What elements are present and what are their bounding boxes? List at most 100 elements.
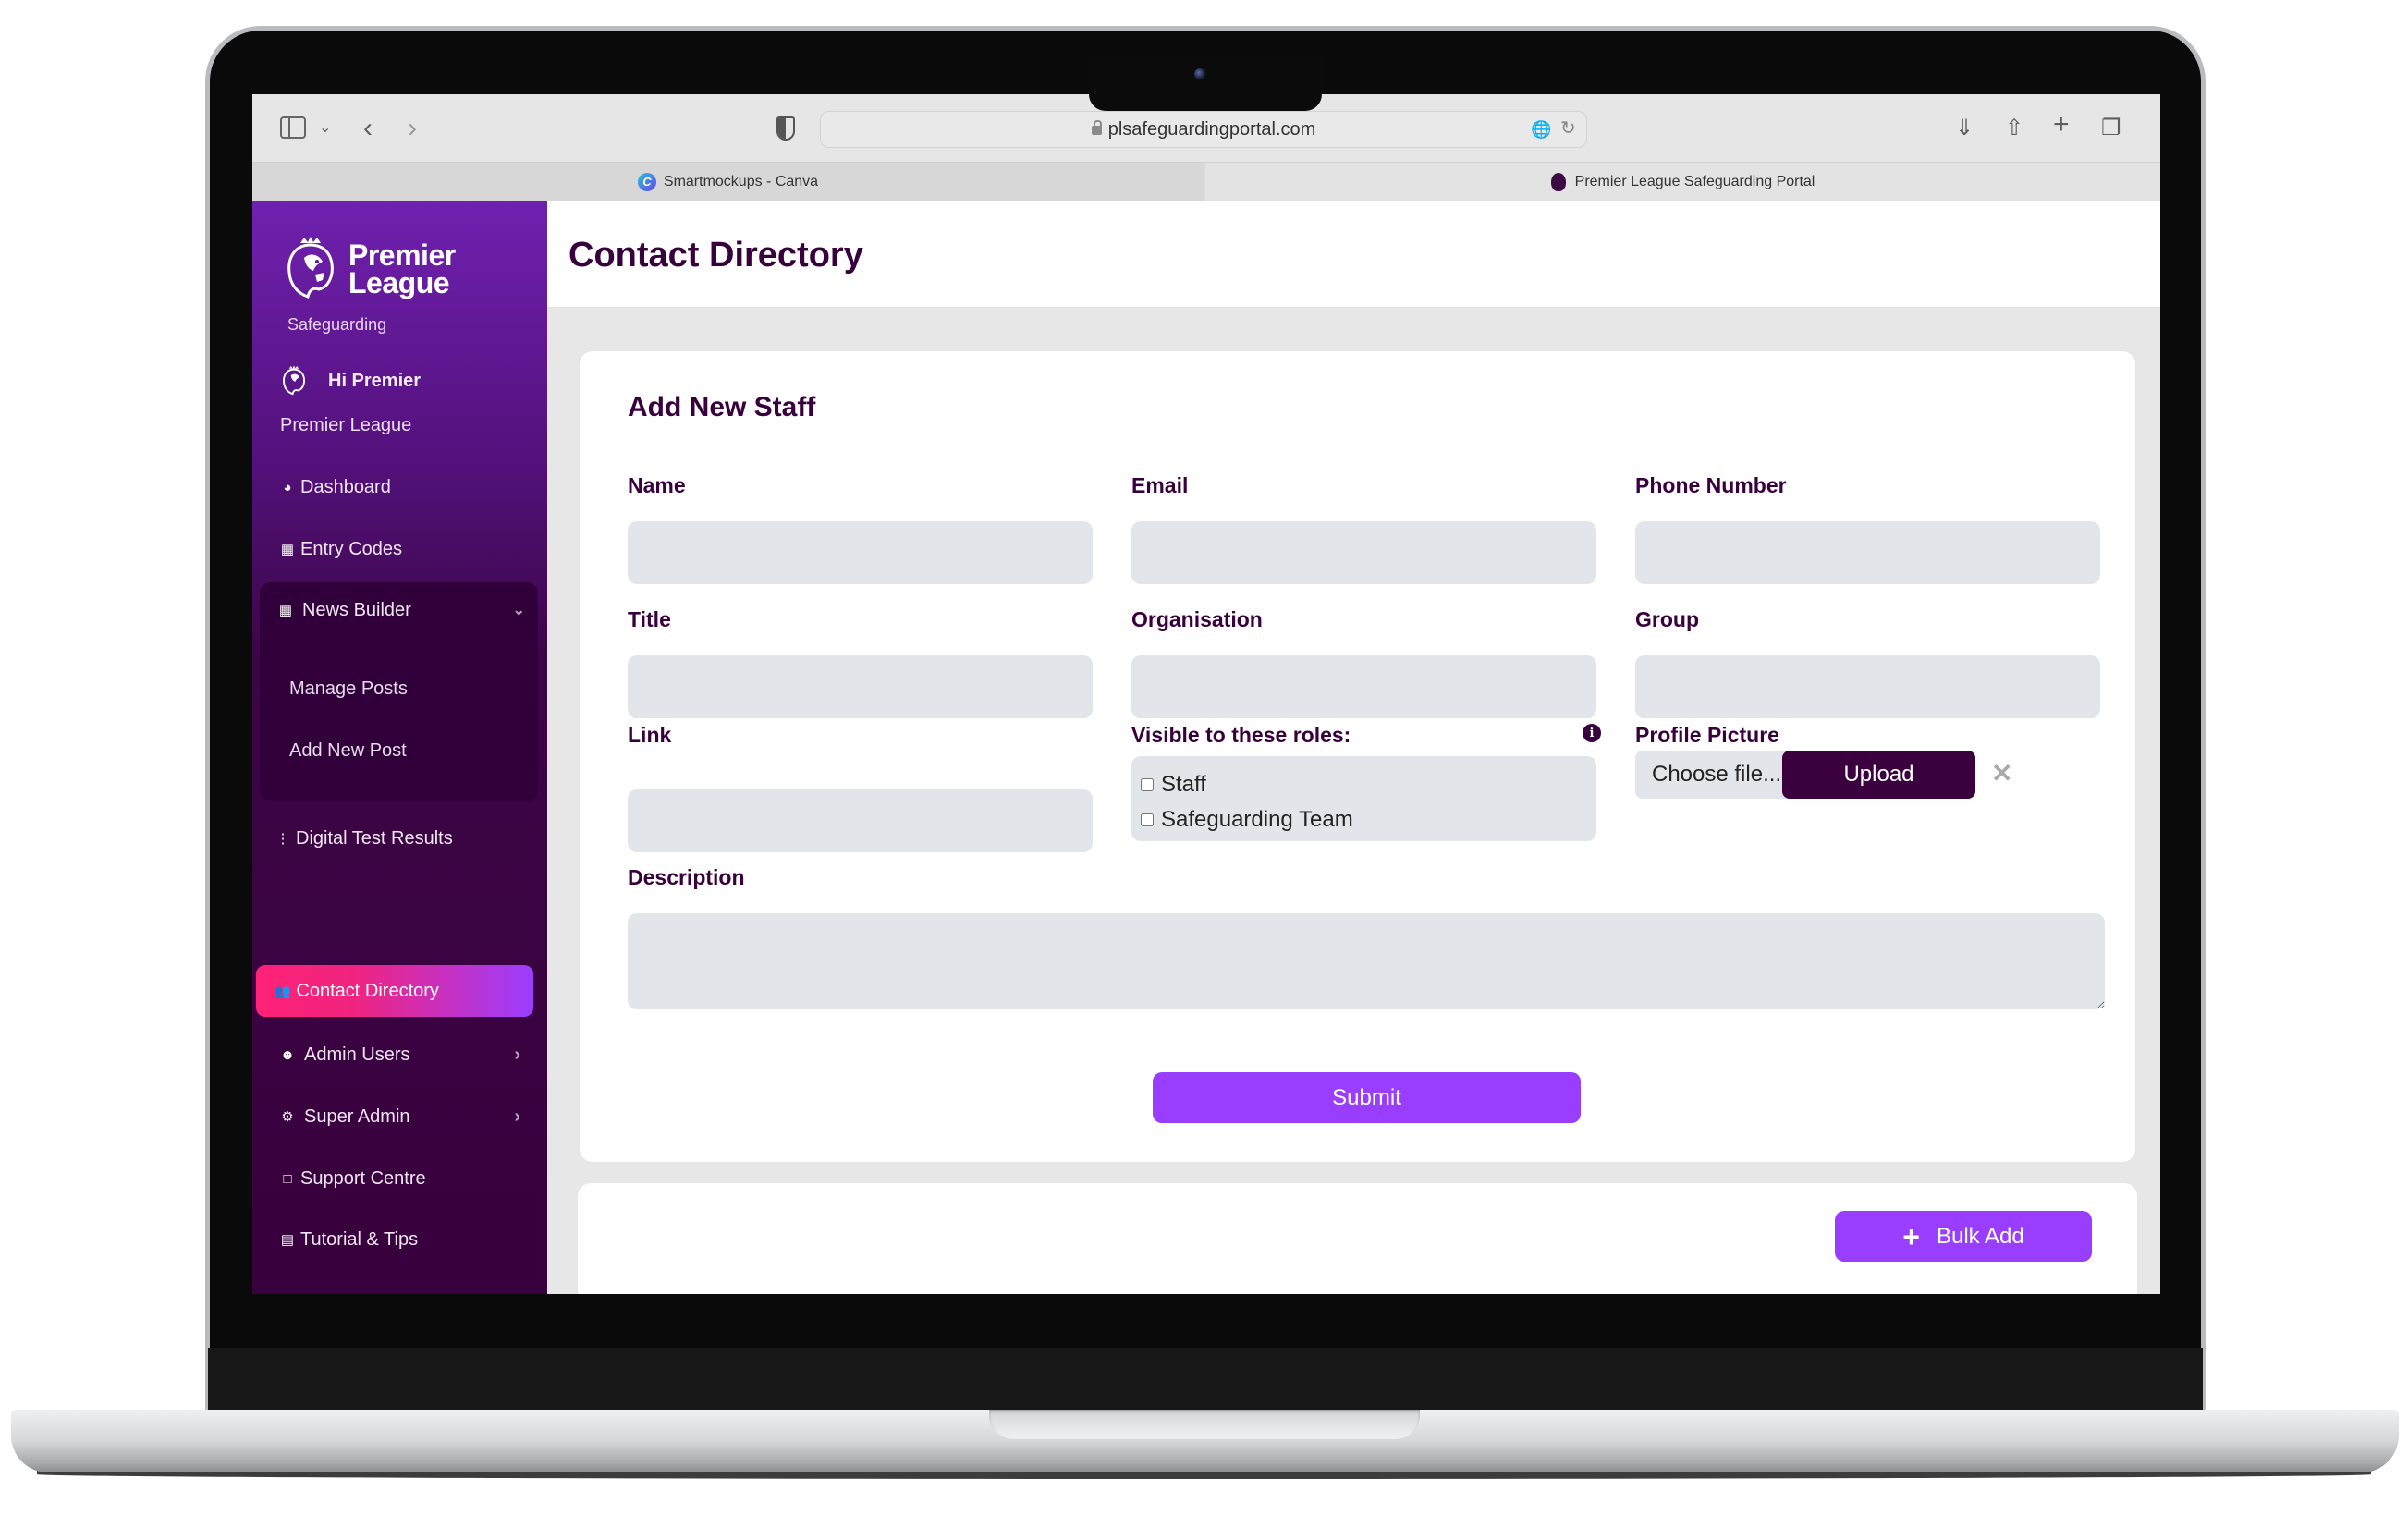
sidebar-item-label: Contact Directory (296, 980, 439, 1001)
sidebar-subitem-label: Add New Post (289, 739, 407, 761)
form-title: Add New Staff (628, 392, 816, 422)
organisation-label: Organisation (1131, 607, 1263, 631)
sidebar-item-news-builder[interactable]: ▦ News Builder ⌄ (278, 592, 532, 629)
gear-icon: ⚙ (281, 1109, 294, 1125)
profile-picture-file-input[interactable]: Choose file... Upload (1635, 751, 1975, 799)
sidebar-item-label: Dashboard (300, 476, 391, 497)
address-bar[interactable]: plsafeguardingportal.com 🌐 ↻ (820, 111, 1587, 148)
sidebar-item-entry-codes[interactable]: ▦ Entry Codes (280, 531, 520, 568)
close-icon[interactable]: ✕ (1991, 758, 2012, 788)
email-input[interactable] (1131, 521, 1596, 584)
bulk-add-card: + Bulk Add (578, 1183, 2137, 1294)
group-input[interactable] (1635, 655, 2100, 718)
file-input-text: Choose file... (1652, 762, 1782, 787)
sidebar-item-admin-users[interactable]: ☻ Admin Users › (280, 1036, 520, 1073)
tabs-overview-icon[interactable]: ❐ (2101, 115, 2121, 142)
laptop-bezel-chin (208, 1348, 2203, 1411)
description-label: Description (628, 865, 745, 889)
sidebar-subitem-label: Manage Posts (289, 678, 408, 699)
sidebar-item-log-out[interactable]: ⇨ Log Out (280, 1283, 520, 1295)
phone-input[interactable] (1635, 521, 2100, 584)
user-greeting: Hi Premier (280, 365, 421, 397)
group-label: Group (1635, 607, 1699, 631)
description-textarea[interactable] (628, 913, 2105, 1009)
tab-label: Premier League Safeguarding Portal (1574, 173, 1815, 189)
link-label: Link (628, 723, 672, 747)
sidebar-item-dashboard[interactable]: ◕ Dashboard (280, 469, 520, 506)
chevron-right-icon: › (514, 1044, 520, 1065)
sidebar-item-label: Digital Test Results (296, 827, 453, 849)
title-input[interactable] (628, 655, 1093, 718)
reload-icon[interactable]: ↻ (1560, 115, 1576, 142)
tab-safeguarding-portal[interactable]: Premier League Safeguarding Portal (1205, 163, 2160, 201)
premier-league-logo[interactable]: Premier League (282, 236, 456, 302)
url-text: plsafeguardingportal.com (1107, 119, 1316, 140)
chevron-down-icon: ⌄ (512, 603, 525, 618)
translate-icon[interactable]: 🌐 (1531, 116, 1551, 143)
dashboard-icon: ◕ (283, 479, 292, 495)
name-label: Name (628, 473, 686, 497)
logo-line-1: Premier (348, 238, 456, 272)
sidebar-item-tutorial-tips[interactable]: ▤ Tutorial & Tips (280, 1221, 520, 1258)
email-label: Email (1131, 473, 1189, 497)
sidebar: Premier League Safeguarding Hi Premier P… (252, 201, 547, 1294)
sidebar-item-digital-test-results[interactable]: ⋮ Digital Test Results (275, 820, 516, 857)
grid-icon: ▦ (280, 542, 295, 557)
laptop-lid-groove (989, 1410, 1420, 1439)
sidebar-item-support-centre[interactable]: □ Support Centre (280, 1160, 520, 1197)
tab-bar: C Smartmockups - Canva Premier League Sa… (252, 163, 2160, 201)
sidebar-subitem-manage-posts[interactable]: Manage Posts (289, 670, 530, 707)
sidebar-item-super-admin[interactable]: ⚙ Super Admin › (280, 1098, 520, 1135)
laptop-icon: ▤ (280, 1232, 295, 1248)
tab-label: Smartmockups - Canva (663, 173, 819, 189)
camera-icon (1194, 68, 1205, 79)
page-header: Contact Directory (547, 201, 2160, 308)
share-icon[interactable]: ⇧ (2005, 115, 2023, 142)
name-input[interactable] (628, 521, 1093, 584)
news-icon: ▦ (278, 603, 293, 618)
user-organisation: Premier League (280, 415, 412, 435)
user-avatar-icon (283, 365, 305, 396)
back-icon[interactable]: ‹ (363, 115, 373, 142)
organisation-input[interactable] (1131, 655, 1596, 718)
role-option-label: Staff (1161, 772, 1206, 797)
staff-checkbox[interactable] (1141, 778, 1154, 791)
bulk-add-label: Bulk Add (1936, 1223, 2024, 1249)
shield-icon[interactable] (776, 116, 795, 141)
upload-button[interactable]: Upload (1782, 751, 1975, 799)
logo-line-2: League (348, 266, 450, 299)
safeguarding-team-checkbox[interactable] (1141, 813, 1154, 826)
premier-league-favicon (1550, 172, 1566, 191)
role-option-safeguarding-team[interactable]: Safeguarding Team (1141, 802, 1587, 837)
app: Premier League Safeguarding Hi Premier P… (252, 201, 2160, 1294)
screen: ⌄ ‹ › plsafeguardingportal.com 🌐 ↻ ⇓ ⇧ +… (252, 94, 2160, 1294)
roles-label: Visible to these roles: (1131, 723, 1351, 747)
role-option-staff[interactable]: Staff (1141, 767, 1587, 802)
lock-icon (1091, 120, 1102, 135)
submit-button[interactable]: Submit (1153, 1072, 1581, 1123)
list-icon: ⋮ (275, 831, 290, 847)
sidebar-item-label: Admin Users (304, 1044, 410, 1065)
forward-icon[interactable]: › (408, 115, 417, 142)
roles-checkbox-group: Staff Safeguarding Team (1131, 756, 1596, 841)
users-icon: 👥 (275, 983, 291, 998)
chevron-down-icon[interactable]: ⌄ (319, 115, 331, 142)
info-icon[interactable]: i (1583, 724, 1601, 742)
sidebar-item-label: Super Admin (304, 1106, 410, 1127)
bulk-add-button[interactable]: + Bulk Add (1835, 1211, 2092, 1262)
sidebar-item-contact-directory[interactable]: 👥 Contact Directory (256, 965, 533, 1017)
role-option-label: Safeguarding Team (1161, 807, 1353, 832)
sidebar-item-label: Entry Codes (300, 538, 403, 559)
sidebar-subitem-add-new-post[interactable]: Add New Post (289, 732, 530, 769)
sidebar-toggle-icon[interactable] (280, 116, 306, 139)
user-icon: ☻ (280, 1046, 295, 1063)
main-content: Contact Directory Add New Staff Name Ema… (547, 201, 2160, 1294)
profile-picture-label: Profile Picture (1635, 723, 1779, 747)
link-input[interactable] (628, 789, 1093, 852)
new-tab-icon[interactable]: + (2053, 111, 2070, 139)
user-name: Hi Premier (328, 370, 422, 391)
phone-label: Phone Number (1635, 473, 1787, 497)
tab-smartmockups[interactable]: C Smartmockups - Canva (252, 163, 1204, 201)
page-title: Contact Directory (568, 236, 863, 275)
download-icon[interactable]: ⇓ (1955, 115, 1974, 142)
